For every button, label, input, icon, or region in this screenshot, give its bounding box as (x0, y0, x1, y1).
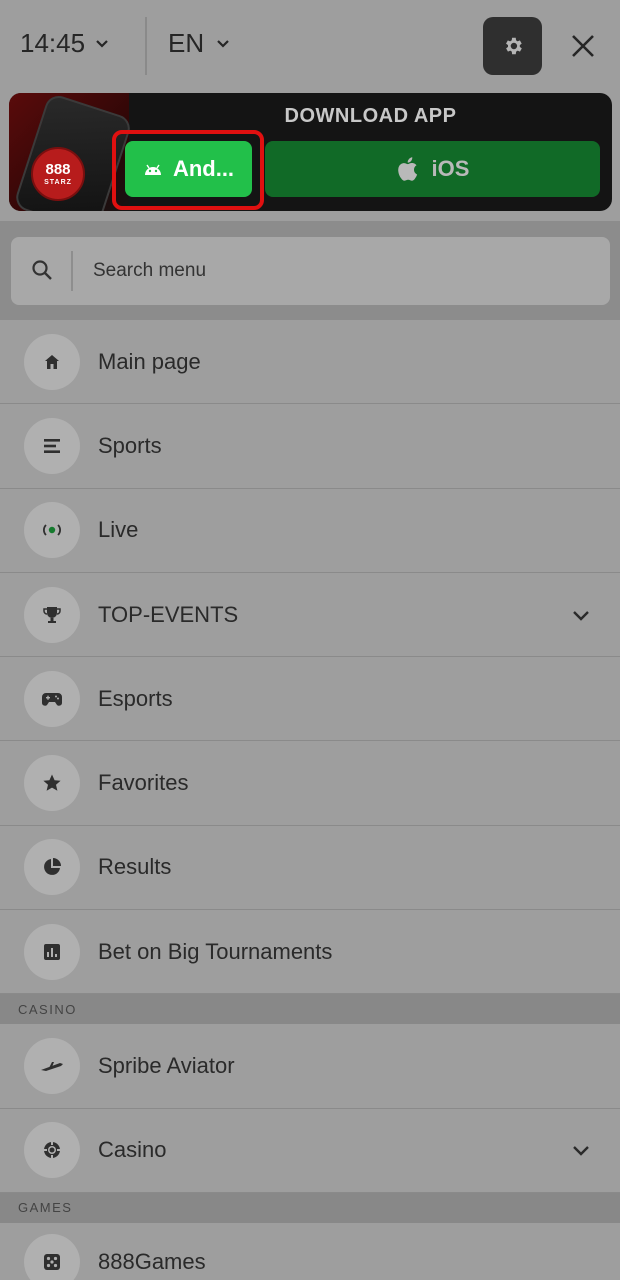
language-selector[interactable]: EN (168, 28, 230, 59)
chevron-down-icon[interactable] (572, 1144, 590, 1157)
time-selector[interactable]: 14:45 (20, 28, 109, 59)
android-button-highlight (112, 130, 264, 210)
trophy-icon (24, 586, 80, 643)
menu-item-main-page[interactable]: Main page (0, 320, 620, 405)
plane-icon (24, 1038, 80, 1095)
side-menu: Main page Sports Live TOP-EVENTS Esports… (0, 320, 620, 1280)
menu-item-label: Results (98, 854, 172, 880)
ios-download-button[interactable]: iOS (265, 141, 600, 197)
close-button[interactable] (565, 28, 601, 64)
download-app-banner: 888 STARZ DOWNLOAD APP And... iOS (9, 93, 612, 211)
search-section (0, 221, 620, 320)
section-header-games: GAMES (0, 1192, 620, 1223)
chevron-down-icon (217, 39, 229, 48)
search-divider (71, 251, 73, 291)
section-header-casino: CASINO (0, 994, 620, 1025)
menu-item-esports[interactable]: Esports (0, 657, 620, 742)
close-icon (572, 35, 594, 57)
banner-art: 888 STARZ (9, 93, 134, 211)
menu-item-casino[interactable]: Casino (0, 1108, 620, 1193)
menu-item-live[interactable]: Live (0, 488, 620, 573)
top-bar: 14:45 EN (0, 0, 620, 92)
home-icon (24, 333, 80, 390)
menu-item-spribe-aviator[interactable]: Spribe Aviator (0, 1024, 620, 1109)
brand-logo: 888 STARZ (31, 147, 85, 201)
time-label: 14:45 (20, 28, 86, 58)
pie-chart-icon (24, 839, 80, 896)
menu-item-label: 888Games (98, 1249, 206, 1275)
menu-item-label: Favorites (98, 770, 189, 796)
chevron-down-icon[interactable] (572, 609, 590, 621)
search-input[interactable] (93, 237, 593, 305)
gamepad-icon (24, 670, 80, 727)
menu-item-top-events[interactable]: TOP-EVENTS (0, 572, 620, 658)
list-icon (24, 417, 80, 474)
menu-item-888games[interactable]: 888Games (0, 1222, 620, 1280)
gear-icon (505, 37, 522, 55)
menu-item-label: Spribe Aviator (98, 1053, 235, 1079)
menu-item-label: Bet on Big Tournaments (98, 938, 333, 964)
search-box[interactable] (11, 237, 610, 305)
star-icon (24, 755, 80, 812)
menu-item-label: Casino (98, 1137, 167, 1163)
menu-item-label: Esports (98, 685, 173, 711)
menu-item-label: Live (98, 517, 139, 543)
menu-item-results[interactable]: Results (0, 825, 620, 911)
search-icon (32, 260, 52, 280)
menu-item-label: Sports (98, 432, 162, 458)
divider (145, 17, 147, 75)
menu-item-label: TOP-EVENTS (98, 601, 239, 627)
menu-item-favorites[interactable]: Favorites (0, 741, 620, 826)
menu-item-sports[interactable]: Sports (0, 404, 620, 489)
menu-item-label: Main page (98, 348, 201, 374)
language-label: EN (168, 28, 205, 58)
chevron-down-icon (96, 39, 108, 48)
menu-item-big-tournaments[interactable]: Bet on Big Tournaments (0, 910, 620, 995)
banner-title: DOWNLOAD APP (284, 105, 457, 127)
settings-button[interactable] (483, 17, 542, 75)
ios-label: iOS (431, 156, 470, 181)
bar-chart-icon (24, 923, 80, 980)
chip-icon (24, 1122, 80, 1179)
apple-icon (397, 157, 417, 181)
dice-icon (24, 1234, 80, 1280)
live-icon (24, 502, 80, 559)
